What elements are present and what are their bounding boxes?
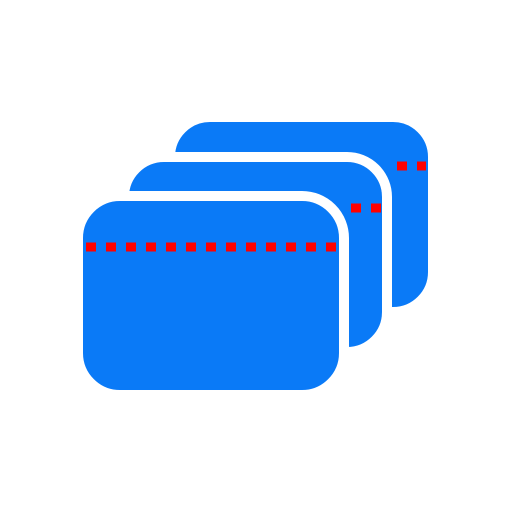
- stacked-cards-icon: [73, 112, 438, 400]
- front-card: [73, 191, 349, 400]
- icon-canvas: [0, 0, 512, 512]
